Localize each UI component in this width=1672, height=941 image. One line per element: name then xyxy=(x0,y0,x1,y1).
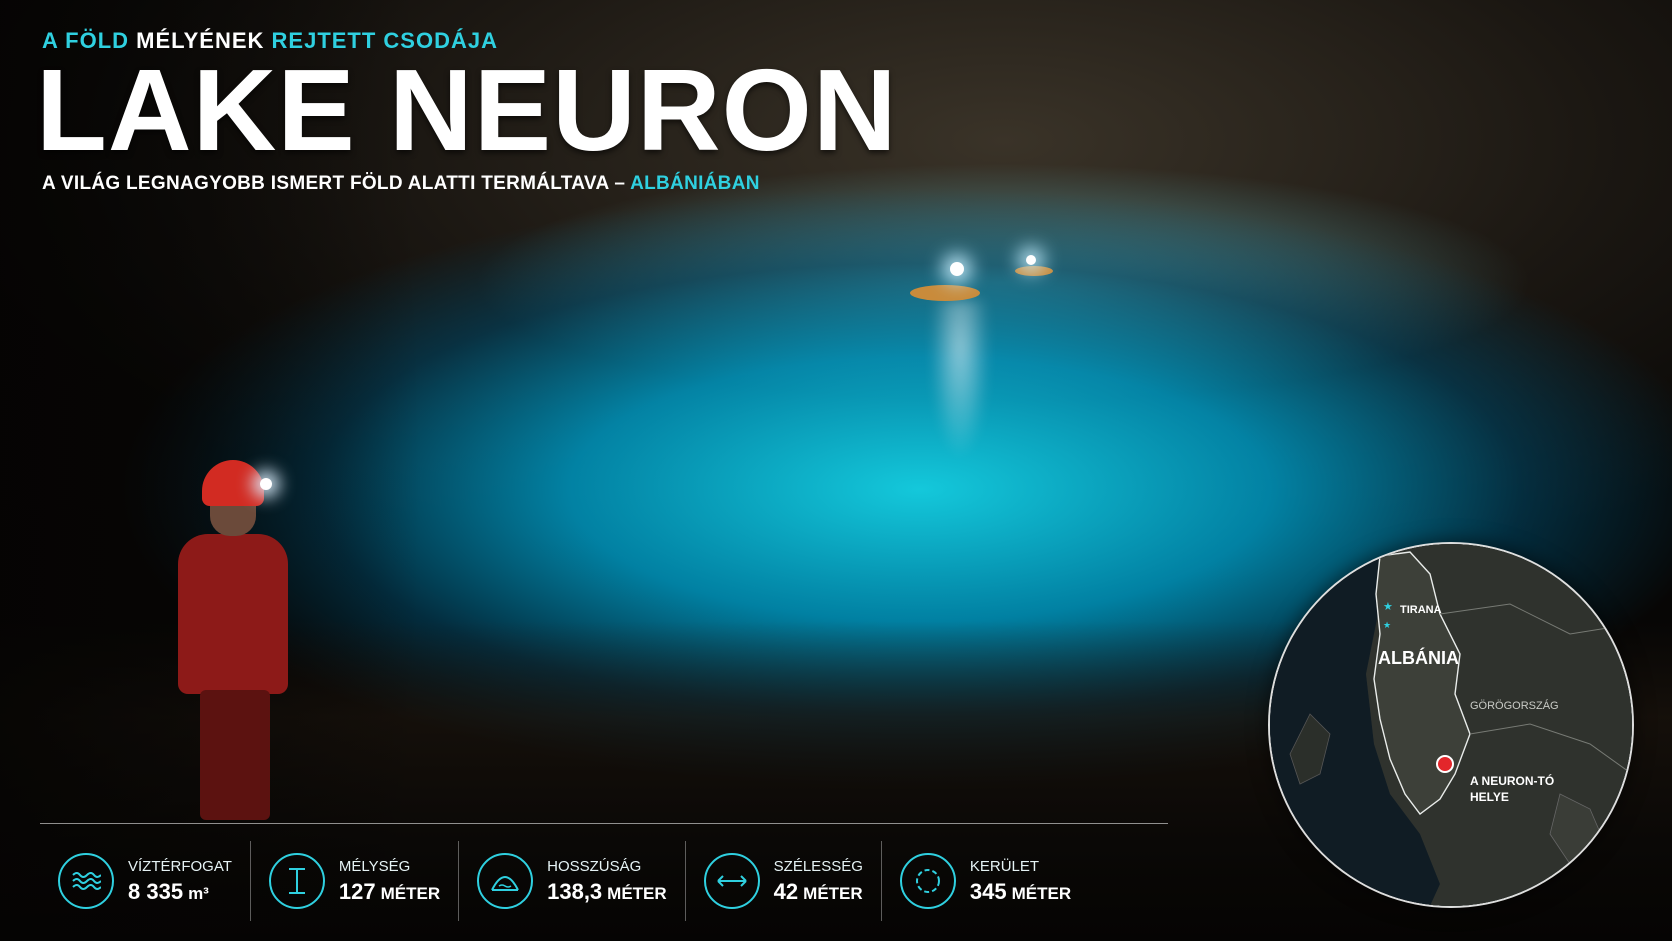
stat-label: VÍZTÉRFOGAT xyxy=(128,857,232,875)
stat-label: MÉLYSÉG xyxy=(338,857,411,875)
caver-figure xyxy=(160,460,330,820)
waves-icon xyxy=(58,853,114,909)
stat-value: 127 MÉTER xyxy=(338,878,441,904)
stat-perimeter: KERÜLET 345 MÉTER xyxy=(882,841,1089,921)
location-map: ★ ★ TIRANA ALBÁNIA GÖRÖGORSZÁG A NEURON-… xyxy=(1268,542,1634,908)
stat-label: SZÉLESSÉG xyxy=(773,857,863,875)
perimeter-icon xyxy=(899,853,956,909)
stat-depth: MÉLYSÉG 127 MÉTER xyxy=(251,841,460,921)
page-title: LAKE NEURON xyxy=(36,45,898,175)
headlamp-icon xyxy=(260,478,272,490)
stat-volume: VÍZTÉRFOGAT 8 335 m³ xyxy=(40,841,251,921)
stat-label: KERÜLET xyxy=(969,857,1040,875)
stats-bar: VÍZTÉRFOGAT 8 335 m³ MÉLYSÉG 127 MÉTER HOS… xyxy=(40,836,1170,926)
caver-legs xyxy=(200,690,270,820)
map-shapes: ★ ★ xyxy=(1270,544,1632,906)
boat-2 xyxy=(1015,266,1053,276)
boat-1 xyxy=(910,285,980,301)
width-arrows-icon xyxy=(703,853,760,909)
helmet-icon xyxy=(202,460,264,506)
city-star-icon: ★ xyxy=(1383,621,1391,631)
capital-star-icon: ★ xyxy=(1383,600,1393,613)
subtitle-accent: ALBÁNIÁBAN xyxy=(630,173,760,194)
stat-length: HOSSZÚSÁG 138,3 MÉTER xyxy=(459,841,686,921)
stat-value: 138,3 MÉTER xyxy=(547,878,667,904)
stat-value: 8 335 m³ xyxy=(128,878,209,904)
subtitle-main: A VILÁG LEGNAGYOBB ISMERT FÖLD ALATTI TE… xyxy=(42,173,631,194)
map-country-label: ALBÁNIA xyxy=(1378,648,1459,668)
map-location-label: A NEURON-TÓ HELYE xyxy=(1470,774,1555,804)
caver-jacket xyxy=(178,534,288,694)
hero-image: A FÖLD MÉLYÉNEK REJTETT CSODÁJA LAKE NEU… xyxy=(0,0,1672,941)
map-neighbor-label: GÖRÖGORSZÁG xyxy=(1470,700,1559,712)
cave-length-icon xyxy=(477,853,534,909)
subtitle: A VILÁG LEGNAGYOBB ISMERT FÖLD ALATTI TE… xyxy=(42,173,760,195)
stat-value: 345 MÉTER xyxy=(969,878,1072,904)
map-capital-label: TIRANA xyxy=(1400,604,1442,616)
stat-width: SZÉLESSÉG 42 MÉTER xyxy=(686,841,882,921)
boat-light-2 xyxy=(1026,255,1036,265)
stat-label: HOSSZÚSÁG xyxy=(547,857,642,875)
water-reflection xyxy=(930,300,990,460)
depth-icon xyxy=(268,853,325,909)
boat-light-1 xyxy=(950,262,964,276)
lake-location-marker xyxy=(1436,755,1454,773)
stats-divider xyxy=(40,823,1168,824)
stat-value: 42 MÉTER xyxy=(773,878,863,904)
